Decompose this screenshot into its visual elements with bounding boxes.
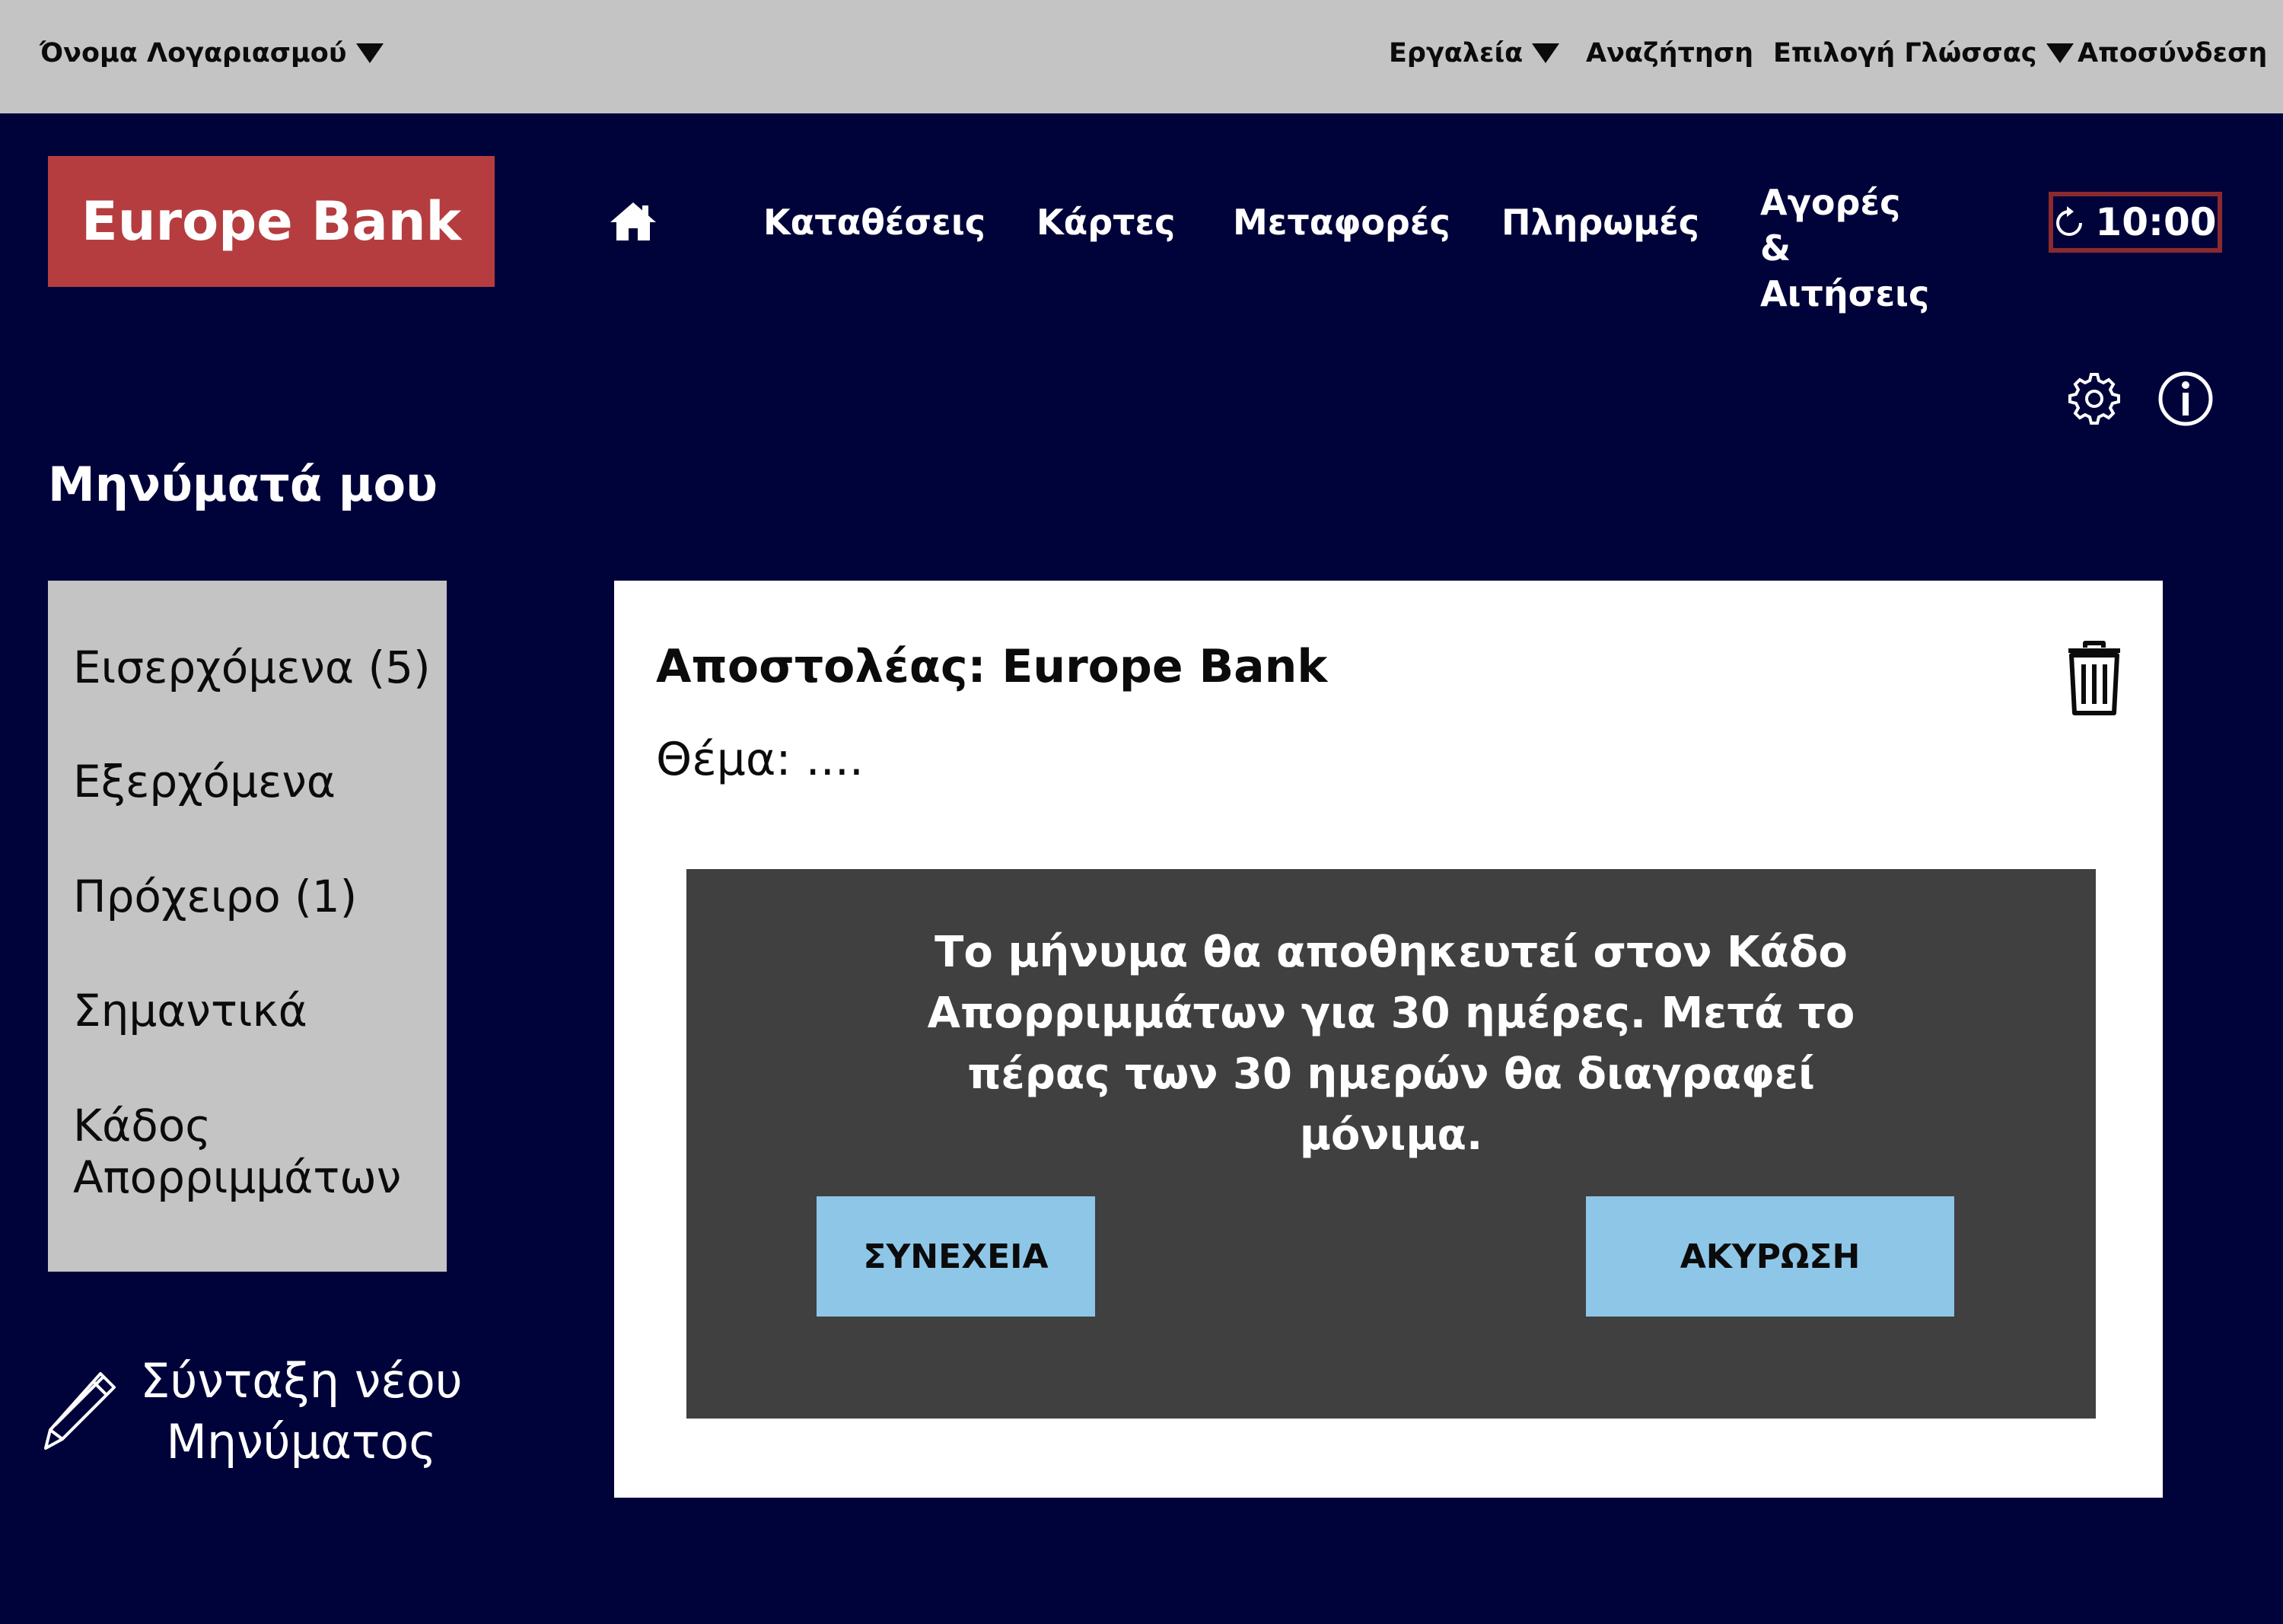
nav-cards[interactable]: Κάρτες — [1036, 202, 1175, 243]
logout-link-label: Αποσύνδεση — [2078, 38, 2268, 68]
tools-menu[interactable]: Εργαλεία — [1389, 38, 1560, 68]
chevron-down-icon — [355, 43, 384, 63]
cancel-button[interactable]: ΑΚΥΡΩΣΗ — [1586, 1196, 1954, 1317]
refresh-icon — [2056, 206, 2083, 236]
account-menu-label: Όνομα Λογαριασμού — [40, 38, 347, 68]
page-title: Μηνύματά μου — [48, 457, 438, 512]
folder-sent[interactable]: Εξερχόμενα — [73, 756, 336, 807]
logout-link[interactable]: Αποσύνδεση — [2078, 38, 2267, 68]
compose-new-message[interactable]: Σύνταξη νέου Μηνύματος — [40, 1351, 469, 1473]
nav-transfers[interactable]: Μεταφορές — [1233, 202, 1450, 243]
info-icon[interactable] — [2157, 370, 2215, 428]
compose-label: Σύνταξη νέου Μηνύματος — [140, 1353, 463, 1470]
search-link[interactable]: Αναζήτηση — [1586, 38, 1753, 68]
folder-drafts[interactable]: Πρόχειρο (1) — [73, 871, 357, 922]
language-menu[interactable]: Επιλογή Γλώσσας — [1773, 38, 2074, 68]
utility-bar: Όνομα Λογαριασμού Εργαλεία Αναζήτηση Επι… — [0, 0, 2283, 113]
home-icon[interactable] — [609, 199, 658, 244]
folder-inbox[interactable]: Εισερχόμενα (5) — [73, 642, 431, 693]
delete-confirm-dialog: Το μήνυμα θα αποθηκευτεί στον Κάδο Απορρ… — [686, 869, 2096, 1419]
continue-button[interactable]: ΣΥΝΕΧΕΙΑ — [817, 1196, 1095, 1317]
trash-icon[interactable] — [2064, 640, 2125, 716]
nav-purchases-requests[interactable]: Αγορές & Αιτήσεις — [1760, 180, 1935, 317]
message-subject: Θέμα: .... — [656, 733, 864, 786]
language-menu-label: Επιλογή Γλώσσας — [1773, 38, 2037, 68]
dialog-message: Το μήνυμα θα αποθηκευτεί στον Κάδο Απορρ… — [927, 928, 1855, 1160]
account-menu[interactable]: Όνομα Λογαριασμού — [40, 38, 384, 68]
message-sender: Αποστολέας: Europe Bank — [656, 640, 1328, 693]
folder-trash[interactable]: Κάδος Απορριμμάτων — [73, 1100, 416, 1203]
brand-name: Europe Bank — [81, 190, 462, 253]
brand-logo[interactable]: Europe Bank — [48, 156, 495, 287]
folder-important[interactable]: Σημαντικά — [73, 985, 307, 1036]
nav-deposits[interactable]: Καταθέσεις — [763, 202, 985, 243]
settings-gear-icon[interactable] — [2065, 370, 2123, 428]
nav-payments[interactable]: Πληρωμές — [1501, 202, 1699, 243]
session-timer-value: 10:00 — [2095, 200, 2217, 244]
chevron-down-icon — [1532, 43, 1560, 63]
search-link-label: Αναζήτηση — [1586, 38, 1753, 68]
pencil-icon — [44, 1372, 116, 1450]
folder-sidebar: Εισερχόμενα (5) Εξερχόμενα Πρόχειρο (1) … — [48, 581, 447, 1272]
chevron-down-icon — [2046, 43, 2074, 63]
tools-menu-label: Εργαλεία — [1389, 38, 1524, 68]
session-timer[interactable]: 10:00 — [2049, 192, 2222, 253]
